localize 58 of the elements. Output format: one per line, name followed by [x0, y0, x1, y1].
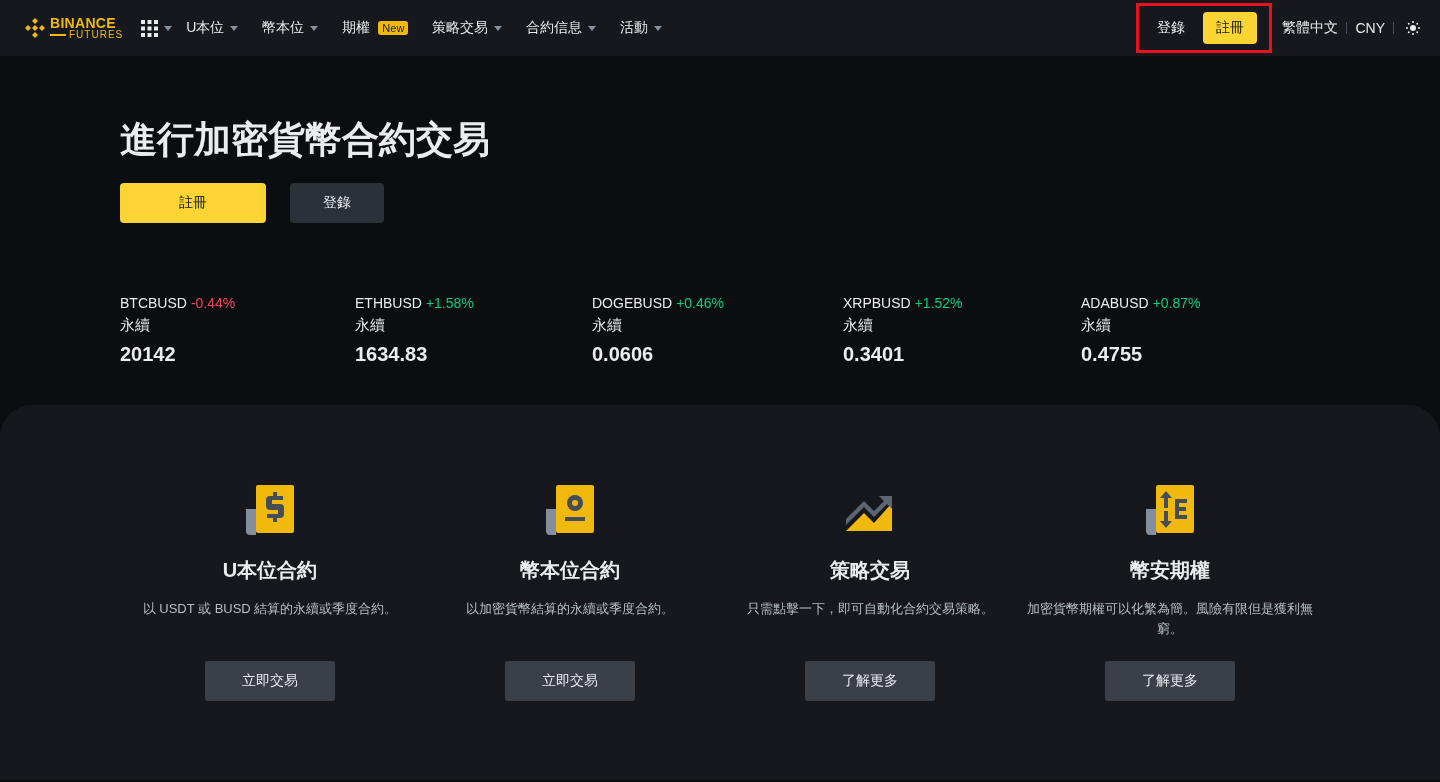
nav-menu-item[interactable]: U本位 — [186, 19, 239, 37]
price-change: +0.87% — [1152, 295, 1201, 311]
register-button[interactable]: 註冊 — [1203, 12, 1258, 44]
login-link[interactable]: 登錄 — [1153, 13, 1190, 43]
product-action-button[interactable]: 了解更多 — [805, 661, 935, 701]
sun-icon[interactable] — [1406, 21, 1420, 35]
contract-type: 永續 — [592, 315, 622, 335]
contract-type: 永續 — [843, 315, 873, 335]
ticker-price: 0.3401 — [843, 342, 905, 367]
product-title: 幣安期權 — [1130, 558, 1210, 583]
language-selector[interactable]: 繁體中文 — [1282, 19, 1339, 37]
logo-brand-text: BINANCE — [50, 16, 116, 30]
logo-product-text: FUTURES — [50, 30, 124, 40]
ticker-symbol[interactable]: ADABUSD — [1081, 295, 1149, 311]
product-action-button[interactable]: 立即交易 — [505, 661, 635, 701]
coin-document-icon — [544, 483, 596, 535]
ticker-symbol[interactable]: BTCBUSD — [120, 295, 187, 311]
ticker-symbol[interactable]: ETHBUSD — [355, 295, 422, 311]
diamond-logo-icon — [24, 17, 46, 39]
register-button[interactable]: 註冊 — [120, 183, 266, 223]
currency-selector[interactable]: CNY — [1355, 20, 1385, 36]
caret-icon — [164, 25, 173, 31]
product-action-button[interactable]: 了解更多 — [1105, 661, 1235, 701]
ticker-symbol[interactable]: DOGEBUSD — [592, 295, 673, 311]
contract-type: 永續 — [1081, 315, 1111, 335]
ticker-price: 0.4755 — [1081, 342, 1143, 367]
apps-menu-button[interactable] — [141, 19, 173, 37]
ticker-price: 20142 — [120, 342, 176, 367]
nav-menu-item[interactable]: 策略交易 — [432, 19, 503, 37]
product-description: 只需點擊一下，即可自動化合約交易策略。 — [745, 600, 995, 618]
binance-futures-logo[interactable]: BINANCE FUTURES — [24, 16, 124, 40]
product-description: 以 USDT 或 BUSD 結算的永續或季度合約。 — [141, 600, 399, 618]
nav-menu-item[interactable]: 合約信息 — [526, 19, 597, 37]
nav-menu-item[interactable]: 活動 — [620, 19, 663, 37]
dash-line-icon — [50, 34, 66, 37]
ticker-symbol[interactable]: XRPBUSD — [843, 295, 911, 311]
grid-icon — [141, 19, 159, 37]
product-title: 策略交易 — [830, 558, 910, 583]
ticker-price: 0.0606 — [592, 342, 654, 367]
product-description: 以加密貨幣結算的永續或季度合約。 — [465, 600, 675, 618]
contract-type: 永續 — [355, 315, 385, 335]
price-change: +1.52% — [914, 295, 963, 311]
product-title: 幣本位合約 — [520, 558, 620, 583]
product-description: 加密貨幣期權可以化繁為簡。風險有限但是獲利無窮。 — [1026, 600, 1314, 638]
dollar-document-icon — [244, 483, 296, 535]
price-change: +0.46% — [676, 295, 724, 311]
product-action-button[interactable]: 立即交易 — [205, 661, 335, 701]
product-title: U本位合約 — [222, 558, 318, 583]
hero-title: 進行加密貨幣合約交易 — [120, 118, 491, 162]
new-badge: New — [378, 21, 409, 35]
price-change: -0.44% — [190, 295, 236, 311]
contract-type: 永續 — [120, 315, 150, 335]
nav-menu-item[interactable]: 期權 New — [342, 19, 409, 37]
options-document-icon — [1144, 483, 1196, 535]
login-button[interactable]: 登錄 — [290, 183, 384, 223]
ticker-price: 1634.83 — [355, 342, 428, 367]
price-change: +1.58% — [425, 295, 474, 311]
nav-menu-item[interactable]: 幣本位 — [262, 19, 319, 37]
